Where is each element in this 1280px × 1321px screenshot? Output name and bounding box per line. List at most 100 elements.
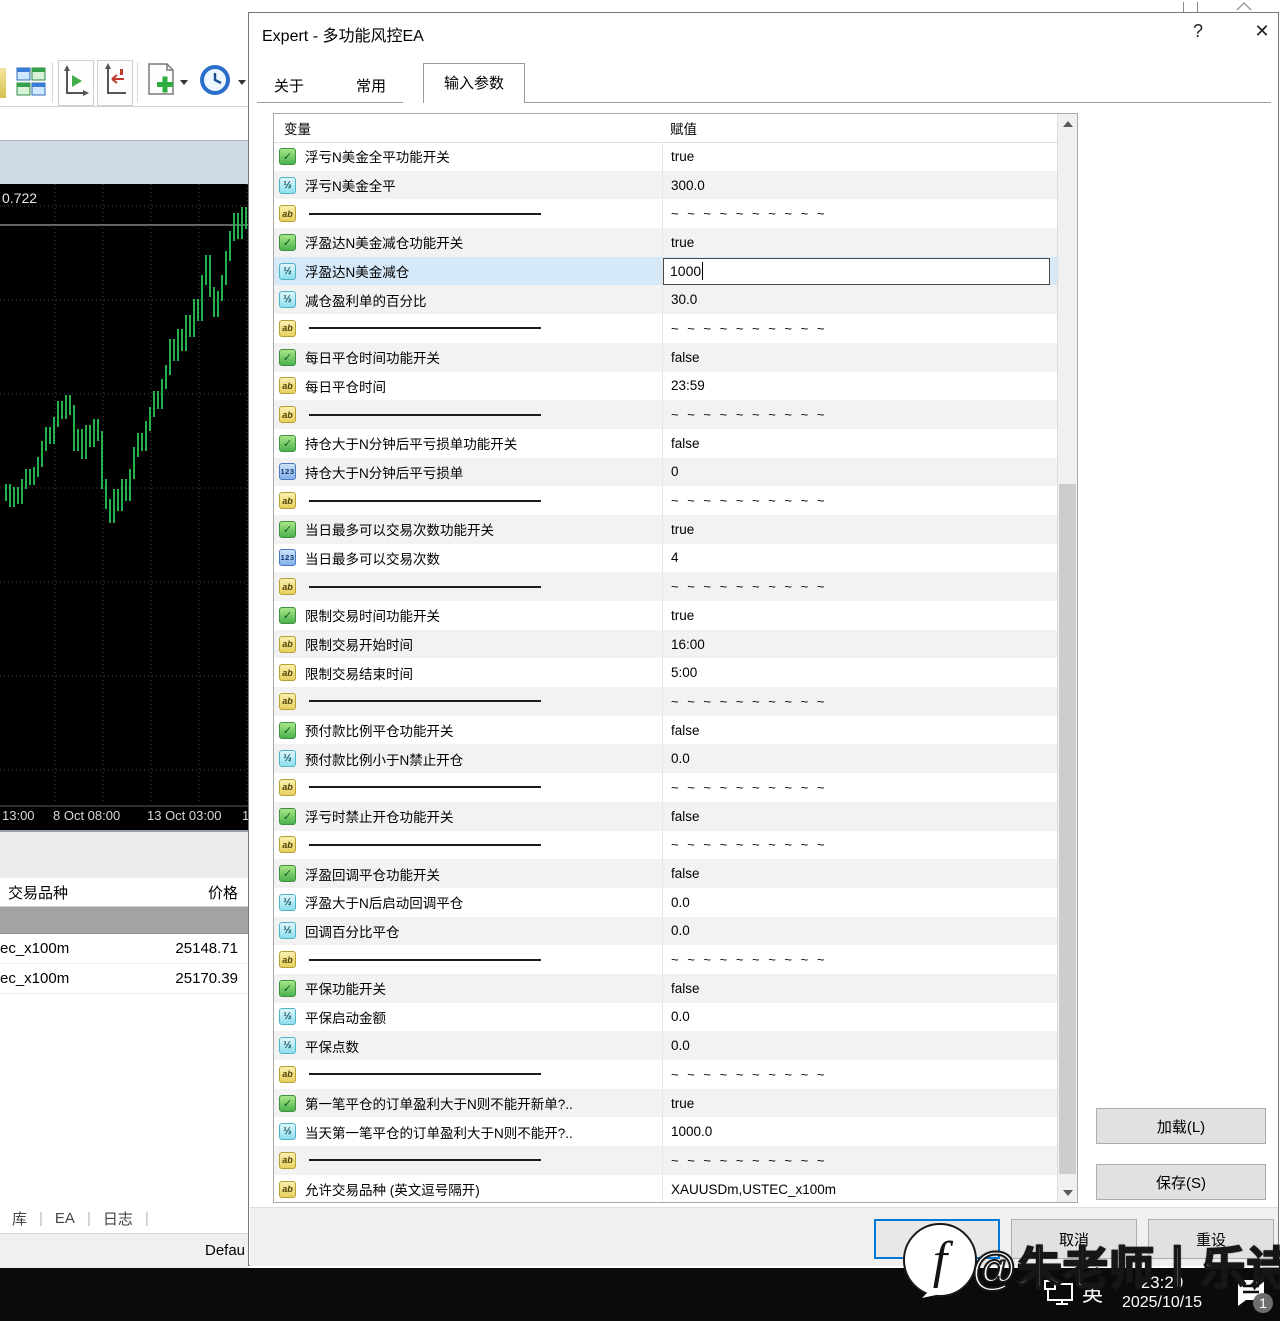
param-row[interactable]: ✓持仓大于N分钟后平亏损单功能开关false [274,429,1057,458]
param-row[interactable]: ½平保点数0.0 [274,1031,1057,1060]
param-value-cell[interactable]: 0.0 [662,1003,1057,1032]
param-row[interactable]: ab~ ~ ~ ~ ~ ~ ~ ~ ~ ~ [274,945,1057,974]
param-value-cell[interactable]: 0.0 [662,888,1057,917]
new-order-icon[interactable] [143,60,177,104]
param-value-cell[interactable]: false [662,974,1057,1003]
param-row[interactable]: ½浮盈大于N后启动回调平仓0.0 [274,888,1057,917]
param-value-cell[interactable]: true [662,601,1057,630]
market-watch-selected-row[interactable] [0,907,248,934]
param-row[interactable]: ✓每日平仓时间功能开关false [274,343,1057,372]
period-clock-icon[interactable] [196,60,234,104]
param-row[interactable]: ½浮亏N美金全平300.0 [274,171,1057,200]
dialog-tab-1[interactable]: 常用 [341,70,401,103]
param-row[interactable]: ab~ ~ ~ ~ ~ ~ ~ ~ ~ ~ [274,687,1057,716]
param-row[interactable]: ½浮盈达N美金减仓1000 [274,257,1057,286]
param-row[interactable]: ab每日平仓时间23:59 [274,372,1057,401]
param-value-cell[interactable]: 1000 [662,257,1057,286]
param-value-cell[interactable]: ~ ~ ~ ~ ~ ~ ~ ~ ~ ~ [662,572,1057,601]
cancel-button[interactable]: 取消 [1011,1219,1137,1259]
market-watch-row[interactable]: ec_x100m25148.71 [0,934,248,964]
axis-scale-button[interactable] [97,60,133,106]
period-dropdown-icon[interactable] [238,80,246,85]
scrollbar-thumb[interactable] [1059,484,1076,1174]
param-row[interactable]: ✓浮盈达N美金减仓功能开关true [274,228,1057,257]
param-value-cell[interactable]: ~ ~ ~ ~ ~ ~ ~ ~ ~ ~ [662,773,1057,802]
param-row[interactable]: ✓预付款比例平仓功能开关false [274,716,1057,745]
param-row[interactable]: ab~ ~ ~ ~ ~ ~ ~ ~ ~ ~ [274,831,1057,860]
param-value-cell[interactable]: ~ ~ ~ ~ ~ ~ ~ ~ ~ ~ [662,945,1057,974]
param-row[interactable]: 123当日最多可以交易次数4 [274,544,1057,573]
taskbar-clock[interactable]: 23:20 2025/10/15 [1112,1272,1212,1313]
param-row[interactable]: ab允许交易品种 (英文逗号隔开)XAUUSDm,USTEC_x100m [274,1175,1057,1202]
param-value-cell[interactable]: false [662,859,1057,888]
param-row[interactable]: ½当天第一笔平仓的订单盈利大于N则不能开?..1000.0 [274,1117,1057,1146]
param-row[interactable]: ✓当日最多可以交易次数功能开关true [274,515,1057,544]
param-value-cell[interactable]: false [662,429,1057,458]
dialog-tab-2[interactable]: 输入参数 [423,63,525,103]
display-icon[interactable] [1044,1280,1076,1308]
param-value-cell[interactable]: true [662,1089,1057,1118]
value-edit-input[interactable]: 1000 [663,258,1050,285]
close-button[interactable]: ✕ [1249,21,1275,42]
close-window-icon[interactable] [1236,2,1252,11]
param-value-cell[interactable]: 5:00 [662,658,1057,687]
param-row[interactable]: ab~ ~ ~ ~ ~ ~ ~ ~ ~ ~ [274,199,1057,228]
ok-button[interactable]: 确定 [874,1219,1000,1259]
param-row[interactable]: 123持仓大于N分钟后平亏损单0 [274,458,1057,487]
param-value-cell[interactable]: false [662,802,1057,831]
param-row[interactable]: ½平保启动金额0.0 [274,1003,1057,1032]
param-value-cell[interactable]: false [662,716,1057,745]
param-row[interactable]: ½回调百分比平仓0.0 [274,917,1057,946]
param-value-cell[interactable]: 0.0 [662,1031,1057,1060]
param-value-cell[interactable]: ~ ~ ~ ~ ~ ~ ~ ~ ~ ~ [662,831,1057,860]
param-row[interactable]: ✓浮亏时禁止开仓功能开关false [274,802,1057,831]
param-value-cell[interactable]: 1000.0 [662,1117,1057,1146]
param-row[interactable]: ab~ ~ ~ ~ ~ ~ ~ ~ ~ ~ [274,400,1057,429]
param-row[interactable]: ab~ ~ ~ ~ ~ ~ ~ ~ ~ ~ [274,486,1057,515]
price-chart[interactable]: 0.722 13:008 Oct 08:0013 Oct 03:001 [0,184,248,830]
param-row[interactable]: ab限制交易结束时间5:00 [274,658,1057,687]
param-value-cell[interactable]: true [662,228,1057,257]
scroll-up-icon[interactable] [1058,114,1077,133]
param-value-cell[interactable]: 16:00 [662,630,1057,659]
param-value-cell[interactable]: 0.0 [662,917,1057,946]
param-row[interactable]: ab限制交易开始时间16:00 [274,630,1057,659]
param-value-cell[interactable]: ~ ~ ~ ~ ~ ~ ~ ~ ~ ~ [662,1060,1057,1089]
param-value-cell[interactable]: true [662,142,1057,171]
param-value-cell[interactable]: ~ ~ ~ ~ ~ ~ ~ ~ ~ ~ [662,400,1057,429]
param-value-cell[interactable]: 4 [662,544,1057,573]
market-watch-row[interactable]: ec_x100m25170.39 [0,964,248,994]
tile-windows-icon[interactable] [16,62,46,102]
param-value-cell[interactable]: XAUUSDm,USTEC_x100m [662,1175,1057,1202]
param-row[interactable]: ✓平保功能开关false [274,974,1057,1003]
terminal-tab-1[interactable]: EA [43,1210,87,1227]
ime-indicator[interactable]: 英 [1082,1278,1103,1308]
terminal-tab-2[interactable]: 日志 [91,1208,145,1229]
param-row[interactable]: ✓第一笔平仓的订单盈利大于N则不能开新单?..true [274,1089,1057,1118]
param-row[interactable]: ✓限制交易时间功能开关true [274,601,1057,630]
param-row[interactable]: ½减仓盈利单的百分比30.0 [274,285,1057,314]
dialog-tab-0[interactable]: 关于 [259,70,319,103]
notification-center-icon[interactable]: 1 [1232,1276,1276,1316]
param-value-cell[interactable]: 0 [662,458,1057,487]
param-row[interactable]: ab~ ~ ~ ~ ~ ~ ~ ~ ~ ~ [274,773,1057,802]
param-value-cell[interactable]: false [662,343,1057,372]
table-scrollbar[interactable] [1057,114,1077,1202]
save-button[interactable]: 保存(S) [1096,1164,1266,1200]
param-row[interactable]: ab~ ~ ~ ~ ~ ~ ~ ~ ~ ~ [274,1060,1057,1089]
terminal-tab-0[interactable]: 库 [0,1208,39,1229]
param-value-cell[interactable]: 0.0 [662,744,1057,773]
param-row[interactable]: ab~ ~ ~ ~ ~ ~ ~ ~ ~ ~ [274,572,1057,601]
param-row[interactable]: ab~ ~ ~ ~ ~ ~ ~ ~ ~ ~ [274,314,1057,343]
help-button[interactable]: ? [1185,21,1211,42]
load-button[interactable]: 加载(L) [1096,1108,1266,1144]
param-value-cell[interactable]: ~ ~ ~ ~ ~ ~ ~ ~ ~ ~ [662,314,1057,343]
param-value-cell[interactable]: 30.0 [662,285,1057,314]
param-value-cell[interactable]: ~ ~ ~ ~ ~ ~ ~ ~ ~ ~ [662,486,1057,515]
param-value-cell[interactable]: true [662,515,1057,544]
param-row[interactable]: ½预付款比例小于N禁止开仓0.0 [274,744,1057,773]
crosshair-button[interactable] [58,60,94,106]
param-value-cell[interactable]: 300.0 [662,171,1057,200]
param-row[interactable]: ab~ ~ ~ ~ ~ ~ ~ ~ ~ ~ [274,1146,1057,1175]
reset-button[interactable]: 重设 [1148,1219,1274,1259]
